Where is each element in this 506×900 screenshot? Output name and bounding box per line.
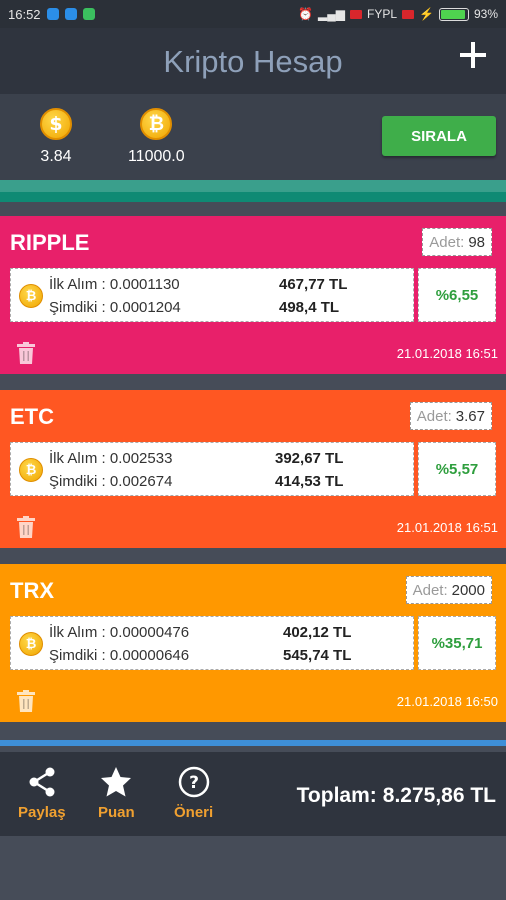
help-icon: ? (178, 766, 209, 798)
first-buy-row: İlk Alım : 0.00000476 (49, 624, 189, 641)
trash-icon[interactable] (16, 516, 36, 538)
star-icon (101, 767, 132, 797)
first-buy-tl: 402,12 TL (283, 624, 352, 641)
quantity-value: 2000 (451, 581, 485, 599)
card-divider (0, 192, 506, 202)
first-buy-row: İlk Alım : 0.0001130 (49, 276, 180, 293)
dollar-coin-icon: $ (40, 108, 72, 140)
current-price: 0.002674 (109, 473, 173, 490)
first-buy-label: İlk Alım : (49, 624, 106, 641)
price-box: ₿ İlk Alım : 0.002533 Şimdiki : 0.002674… (10, 442, 414, 496)
svg-text:?: ? (189, 773, 199, 793)
rate-button[interactable]: Puan (98, 766, 135, 821)
timestamp: 21.01.2018 16:51 (396, 520, 498, 535)
quantity-label: Adet: (429, 233, 465, 251)
percent-change: %6,55 (418, 268, 496, 322)
price-box: ₿ İlk Alım : 0.0001130 Şimdiki : 0.00012… (10, 268, 414, 322)
bottom-bar: Paylaş Puan ? Öneri Toplam: 8.275,86 TL (0, 752, 506, 836)
first-buy-tl: 392,67 TL (275, 450, 344, 467)
percent-change: %5,57 (418, 442, 496, 496)
alarm-icon: ⏰ (298, 7, 314, 21)
first-buy-label: İlk Alım : (49, 450, 106, 467)
quantity-label: Adet: (416, 407, 452, 425)
charging-icon: ⚡ (419, 7, 434, 21)
suggest-label: Öneri (174, 804, 214, 821)
app-title: Kripto Hesap (163, 44, 343, 79)
bitcoin-icon: ₿ (19, 632, 43, 656)
signal-icon: ▂▄▆ (318, 7, 345, 21)
current-row: Şimdiki : 0.0001204 (49, 299, 181, 316)
current-price: 0.0001204 (109, 299, 181, 316)
app-bar: Kripto Hesap (0, 28, 506, 94)
bitcoin-icon: ₿ (19, 458, 43, 482)
trash-icon[interactable] (16, 342, 36, 364)
flag-icon (402, 9, 415, 19)
coin-card[interactable]: ETC Adet: 3.67 ₿ İlk Alım : 0.002533 Şim… (0, 390, 506, 548)
quantity-value: 98 (468, 233, 485, 251)
quantity-value: 3.67 (455, 407, 485, 425)
partial-card (0, 740, 506, 746)
quantity-badge[interactable]: Adet: 3.67 (409, 402, 492, 430)
bitcoin-rate-value: 11000.0 (128, 148, 185, 165)
timestamp: 21.01.2018 16:50 (396, 694, 498, 709)
current-label: Şimdiki : (49, 473, 106, 490)
share-button[interactable]: Paylaş (18, 766, 66, 821)
partial-card (0, 180, 506, 192)
timestamp: 21.01.2018 16:51 (396, 346, 498, 361)
share-label: Paylaş (18, 804, 66, 821)
percent-change: %35,71 (418, 616, 496, 670)
battery-icon (438, 7, 469, 21)
first-buy-label: İlk Alım : (49, 276, 106, 293)
current-label: Şimdiki : (49, 299, 106, 316)
bitcoin-rate: ₿ 11000.0 (128, 108, 185, 166)
plus-icon[interactable] (458, 40, 488, 70)
coin-card[interactable]: RIPPLE Adet: 98 ₿ İlk Alım : 0.0001130 Ş… (0, 216, 506, 374)
share-icon (29, 767, 55, 797)
bitcoin-coin-icon: ₿ (140, 108, 173, 140)
current-tl: 414,53 TL (275, 473, 344, 490)
coin-name: ETC (10, 404, 54, 429)
first-buy-price: 0.002533 (109, 450, 173, 467)
total-label: Toplam: (296, 784, 377, 807)
sort-button[interactable]: SIRALA (382, 116, 496, 156)
bitcoin-icon: ₿ (19, 284, 43, 308)
current-label: Şimdiki : (49, 647, 106, 664)
status-time: 16:52 (8, 6, 41, 22)
price-box: ₿ İlk Alım : 0.00000476 Şimdiki : 0.0000… (10, 616, 414, 670)
coin-name: RIPPLE (10, 230, 90, 255)
current-tl: 498,4 TL (279, 299, 340, 316)
current-row: Şimdiki : 0.002674 (49, 473, 172, 490)
rate-label: Puan (98, 804, 135, 821)
quantity-label: Adet: (412, 581, 448, 599)
dollar-rate-value: 3.84 (40, 148, 72, 165)
total-amount: Toplam: 8.275,86 TL (297, 784, 496, 808)
current-tl: 545,74 TL (283, 647, 352, 664)
notification-icon (64, 8, 77, 20)
trash-icon[interactable] (16, 690, 36, 712)
flag-icon (350, 9, 362, 19)
coin-card[interactable]: TRX Adet: 2000 ₿ İlk Alım : 0.00000476 Ş… (0, 564, 506, 722)
notification-icon (46, 8, 59, 20)
quantity-badge[interactable]: Adet: 2000 (405, 576, 492, 604)
first-buy-row: İlk Alım : 0.002533 (49, 450, 172, 467)
dollar-rate: $ 3.84 (40, 108, 72, 166)
suggest-button[interactable]: ? Öneri (174, 766, 213, 821)
status-bar: 16:52 ⏰ ▂▄▆ FYPL ⚡ 93% (0, 0, 506, 28)
current-price: 0.00000646 (109, 647, 190, 664)
first-buy-tl: 467,77 TL (279, 276, 348, 293)
summary-bar: $ 3.84 ₿ 11000.0 SIRALA (0, 94, 506, 180)
notification-icon (82, 8, 95, 20)
quantity-badge[interactable]: Adet: 98 (422, 228, 492, 256)
first-buy-price: 0.00000476 (109, 624, 190, 641)
first-buy-price: 0.0001130 (109, 276, 180, 293)
carrier-name: FYPL (367, 7, 398, 21)
total-value: 8.275,86 TL (382, 784, 496, 807)
battery-percent: 93% (473, 7, 498, 21)
current-row: Şimdiki : 0.00000646 (49, 647, 189, 664)
coin-name: TRX (10, 578, 54, 603)
